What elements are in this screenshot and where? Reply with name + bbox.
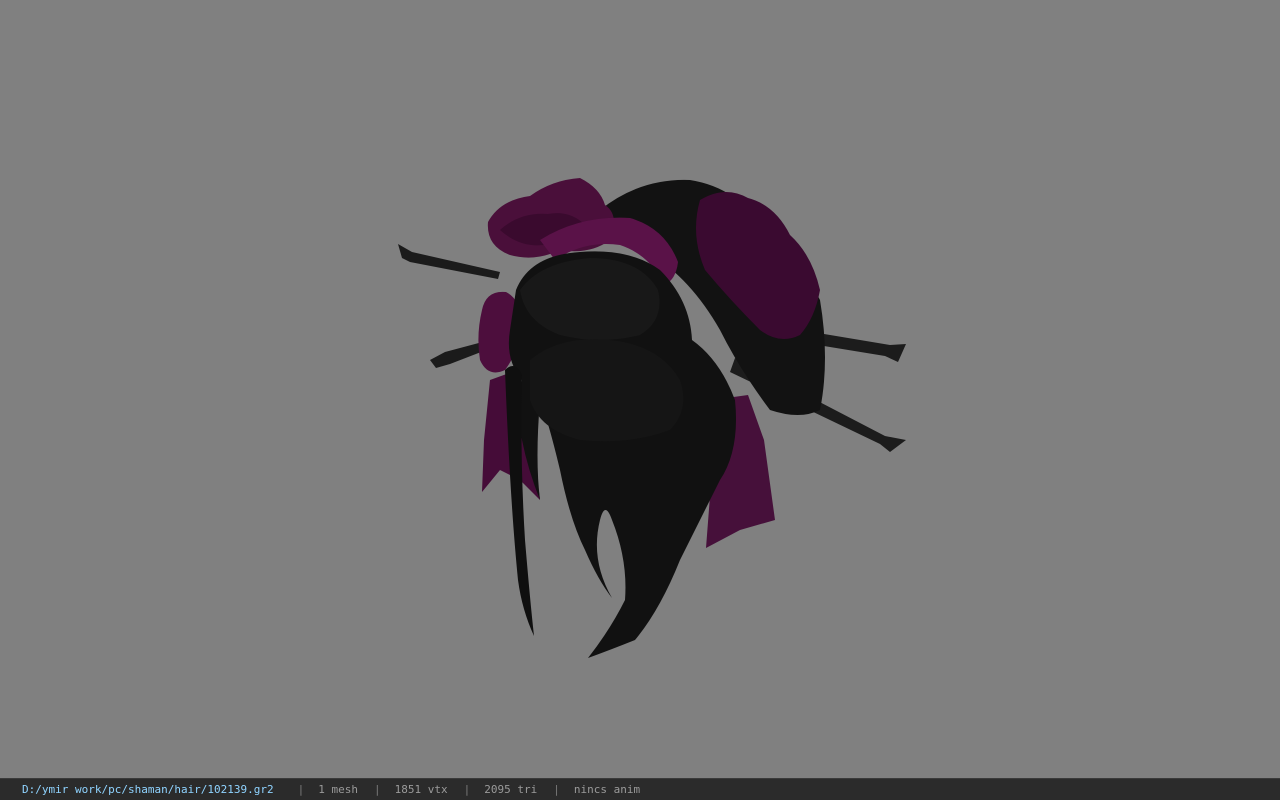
3d-viewport[interactable] (0, 0, 1280, 778)
hair-model-render[interactable] (0, 0, 1280, 778)
status-separator: | (297, 783, 305, 796)
status-separator: | (463, 783, 471, 796)
hair-stick-left-top (398, 244, 500, 279)
file-path: D:/ymir work/pc/shaman/hair/102139.gr2 (22, 783, 274, 796)
status-separator: | (553, 783, 560, 796)
status-separator: | (374, 783, 381, 796)
status-bar: D:/ymir work/pc/shaman/hair/102139.gr2 |… (0, 778, 1280, 800)
vertex-count: 1851 vtx (394, 783, 448, 796)
mesh-count: 1 mesh (318, 783, 359, 796)
triangle-count: 2095 tri (484, 783, 538, 796)
anim-status: nincs anim (573, 783, 641, 796)
